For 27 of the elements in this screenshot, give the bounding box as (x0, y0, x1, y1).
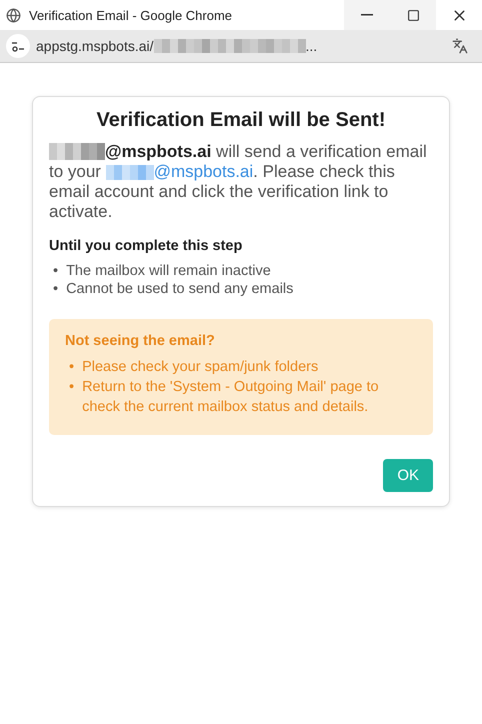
list-bullet: • (53, 280, 58, 298)
email-link[interactable]: @mspbots.ai (154, 162, 254, 181)
list-bullet: • (69, 378, 74, 397)
maximize-button[interactable] (390, 0, 436, 30)
notice-item: Please check your spam/junk folders (82, 358, 318, 377)
dialog-title: Verification Email will be Sent! (96, 109, 386, 132)
window-title: Verification Email - Google Chrome (29, 8, 234, 22)
address-bar[interactable]: appstg.mspbots.ai/ ... (0, 30, 482, 63)
consequence-item: The mailbox will remain inactive (66, 262, 271, 280)
url-text: appstg.mspbots.ai/ (36, 38, 154, 54)
url-ellipsis: ... (306, 38, 318, 54)
consequence-item: Cannot be used to send any emails (66, 280, 294, 298)
notice-heading: Not seeing the email? (65, 333, 216, 349)
maximize-icon (406, 8, 420, 22)
site-settings-button[interactable] (6, 34, 30, 58)
translate-icon[interactable] (452, 38, 468, 54)
sliders-icon (11, 40, 25, 52)
ok-button[interactable]: OK (383, 459, 433, 492)
minimize-icon (361, 14, 373, 16)
list-bullet: • (53, 262, 58, 280)
section-heading: Until you complete this step (49, 238, 244, 254)
message-text: @mspbots.ai will send a verification email to your @mspbots.ai. Please check this email account and click the verification link to activate. (49, 142, 428, 222)
redaction-mark (49, 143, 105, 160)
redaction-mark (106, 165, 154, 180)
globe-icon (6, 8, 21, 22)
notice-item: Return to the 'System - Outgoing Mail' page to check the current mailbox status and details. (82, 378, 380, 417)
list-bullet: • (69, 358, 74, 377)
